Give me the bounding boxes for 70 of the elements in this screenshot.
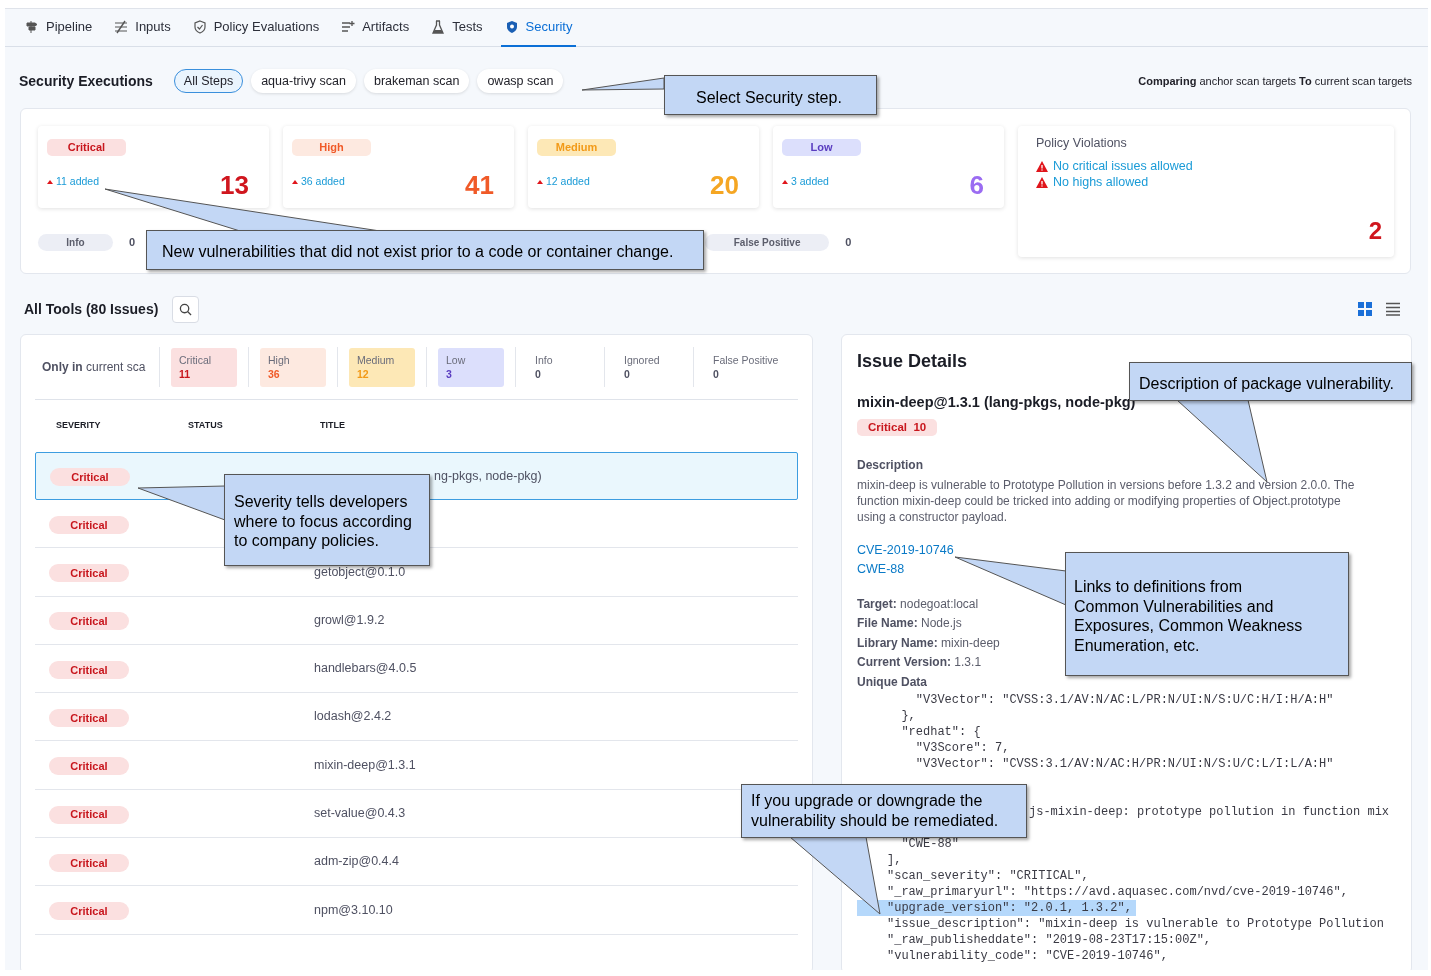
added-count: 3 added <box>791 174 829 190</box>
section-title: All Tools (80 Issues) <box>24 299 159 319</box>
table-cell-text: adm-zip@0.4.4 <box>314 853 399 871</box>
code-line: "issue_description": "mixin-deep is vulnerable to Prototype Pollution <box>887 915 1385 932</box>
severity-badge: Critical <box>49 515 129 534</box>
table-cell-text: npm@3.10.10 <box>314 901 393 919</box>
violation-count: 2 <box>1368 219 1382 243</box>
added-count: 36 added <box>301 174 345 190</box>
table-cell-text: handlebars@4.0.5 <box>314 660 417 678</box>
table-cell-text: lodash@2.4.2 <box>314 708 392 726</box>
severity-badge: Low <box>782 138 861 156</box>
field-text: File Name: Node.js <box>857 615 962 633</box>
table-cell-text: set-value@0.4.3 <box>314 805 406 823</box>
severity-badge: Critical <box>47 138 126 156</box>
table-cell-text: ng-pkgs, node-pkg) <box>433 467 542 485</box>
severity-badge: Critical 10 <box>857 418 938 436</box>
code-line: "redhat": { <box>900 723 982 740</box>
severity-badge: Critical <box>50 468 130 487</box>
column-header: SEVERITY <box>55 419 102 433</box>
table-cell-text: growl@1.9.2 <box>314 611 385 629</box>
severity-badge: Medium <box>537 138 616 156</box>
severity-badge: Critical <box>49 853 129 872</box>
callout: Links to definitions from Common Vulnerabilities and Exposures, Common Weakness Enumeration, etc. <box>1065 552 1349 676</box>
severity-badge: Critical <box>49 805 129 824</box>
section-title: Security Executions <box>19 71 153 91</box>
table-cell-text: getobject@0.1.0 <box>314 563 406 581</box>
column-header: TITLE <box>320 419 345 433</box>
code-line: "_raw_publisheddate": "2019-08-23T17:15:00Z", <box>887 931 1213 948</box>
category-count: 0 <box>845 235 852 251</box>
field-text: Current Version: 1.3.1 <box>857 654 982 672</box>
severity-badge: Critical <box>49 660 129 679</box>
category-pill: False Positive <box>705 234 830 251</box>
callout: New vulnerabilities that did not exist prior to a code or container change. <box>146 230 704 270</box>
filter-label: Only in current sca <box>41 359 147 376</box>
severity-badge: Critical <box>49 564 129 583</box>
code-line: "CWE-88" <box>900 835 960 852</box>
callout: Select Security step. <box>664 75 877 115</box>
description-text: mixin-deep is vulnerable to Prototype Pollution in versions before 1.3.2 and version 2.0.0. The function mixin-deep could be tricked into adding or modifying properties of Object.prototype using a constructor payload. <box>857 476 1356 525</box>
comparison-text: Comparing anchor scan targets To current scan targets <box>1138 73 1412 89</box>
category-pill: Info <box>38 234 113 251</box>
field-text: Library Name: mixin-deep <box>857 634 1000 652</box>
added-count: 12 added <box>546 174 590 190</box>
code-line: }, <box>900 707 917 724</box>
category-count: 0 <box>129 235 136 251</box>
severity-badge: Critical <box>49 902 129 921</box>
severity-count: 13 <box>220 172 249 198</box>
panel-title: Issue Details <box>857 350 969 373</box>
severity-badge: Critical <box>49 709 129 728</box>
code-line: "_raw_primaryurl": "https://avd.aquasec.com/nvd/cve-2019-10746", <box>887 883 1349 900</box>
callout: Description of package vulnerability. <box>1129 362 1412 401</box>
field-text: Target: nodegoat:local <box>857 595 979 613</box>
code-line: ], <box>887 851 903 868</box>
column-header: STATUS <box>188 419 224 433</box>
severity-badge: High <box>292 138 371 156</box>
field-label: Description <box>857 456 924 474</box>
added-count: 11 added <box>56 174 99 190</box>
code-line: "V3Score": 7, <box>914 739 1011 756</box>
code-line: "vulnerability_code": "CVE-2019-10746", <box>887 947 1169 964</box>
code-line: "V3Vector": "CVSS:3.1/AV:N/AC:H/PR:N/UI:N/S:U/C:L/I:L/A:H" <box>914 755 1335 772</box>
code-line: "V3Vector": "CVSS:3.1/AV:N/AC:L/PR:N/UI:N/S:U/C:H/I:H/A:H" <box>914 691 1335 708</box>
table-cell-text: mixin-deep@1.3.1 <box>314 756 416 774</box>
severity-count: 20 <box>710 172 739 198</box>
severity-count: 6 <box>969 172 984 198</box>
field-label: Unique Data <box>857 673 928 691</box>
severity-badge: Critical <box>49 757 129 776</box>
severity-count: 41 <box>465 172 494 198</box>
severity-badge: Critical <box>49 612 129 631</box>
policy-title: Policy Violations <box>1036 135 1128 152</box>
callout: Severity tells developers where to focus according to company policies. <box>224 474 430 566</box>
code-line: "scan_severity": "CRITICAL", <box>887 867 1090 884</box>
